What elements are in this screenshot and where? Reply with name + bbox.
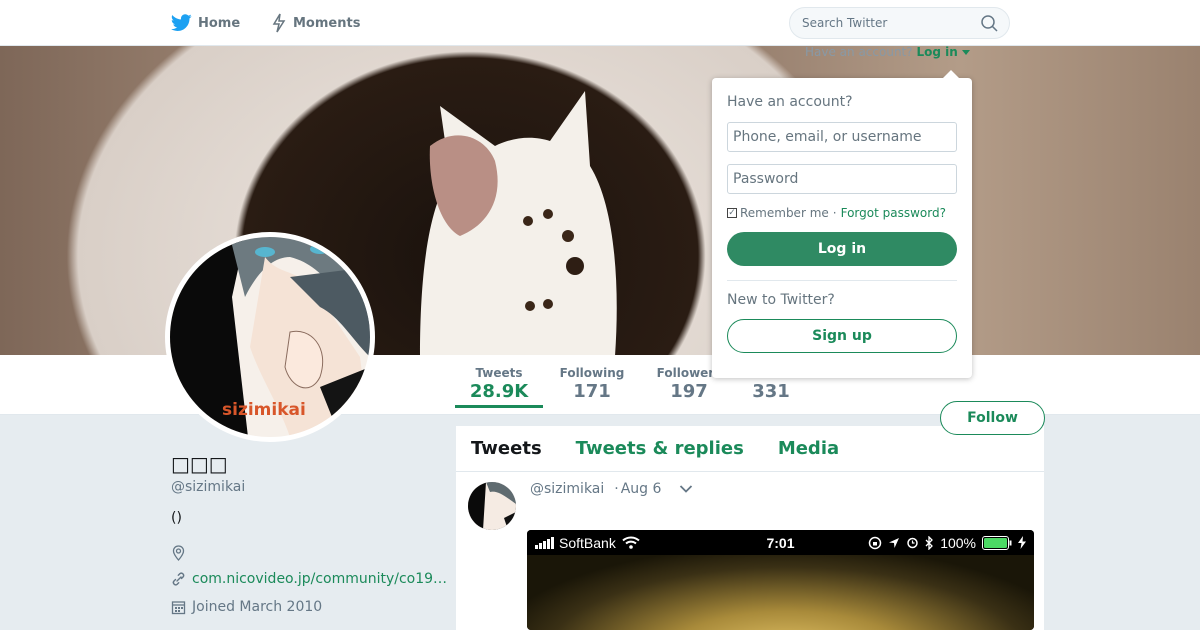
stat-followers-value: 197 xyxy=(670,381,708,402)
stat-following[interactable]: Following 171 xyxy=(555,365,629,403)
follow-button[interactable]: Follow xyxy=(940,401,1045,435)
status-carrier-text: SoftBank xyxy=(559,534,616,551)
link-icon xyxy=(172,572,185,586)
remember-checkbox[interactable]: ✓ xyxy=(727,208,737,218)
stat-tweets-value: 28.9K xyxy=(469,381,529,402)
caret-down-icon xyxy=(961,50,970,55)
remember-row: ✓ Remember me · Forgot password? xyxy=(727,206,957,220)
remember-label[interactable]: Remember me xyxy=(740,206,829,220)
wifi-icon xyxy=(622,536,640,549)
login-dropdown: Have an account? ✓ Remember me · Forgot … xyxy=(712,70,972,378)
top-navigation: Home Moments xyxy=(0,0,1200,46)
tweet-date[interactable]: Aug 6 xyxy=(621,481,662,497)
tweet-dot: · xyxy=(614,481,619,497)
status-time: 7:01 xyxy=(766,534,795,551)
nav-moments[interactable]: Moments xyxy=(271,12,360,34)
tab-media[interactable]: Media xyxy=(778,438,839,459)
location-arrow-icon xyxy=(889,537,900,548)
calendar-icon xyxy=(171,601,186,615)
tweet-avatar-image xyxy=(468,482,516,530)
profile-joined-text: Joined March 2010 xyxy=(192,599,323,615)
profile-location xyxy=(171,545,192,561)
game-screenshot-area xyxy=(527,555,1034,630)
login-prompt-text: Have an account? xyxy=(805,45,913,59)
profile-website: com.nicovideo.jp/community/co19… xyxy=(171,571,447,587)
status-right-icons: 100% xyxy=(868,535,1026,551)
chevron-down-icon[interactable] xyxy=(679,484,693,494)
password-input[interactable] xyxy=(727,164,957,194)
twitter-bird-icon xyxy=(171,14,192,31)
latte-cat-image xyxy=(420,91,617,355)
forgot-password-link[interactable]: Forgot password? xyxy=(841,206,946,220)
charging-bolt-icon xyxy=(1018,536,1026,549)
profile-handle: @sizimikai xyxy=(171,479,246,495)
avatar-text: sizimikai xyxy=(222,400,306,420)
location-pin-icon xyxy=(172,545,185,561)
phone-status-bar: SoftBank 7:01 100% xyxy=(527,530,1034,555)
profile-website-link[interactable]: com.nicovideo.jp/community/co19… xyxy=(192,571,447,587)
login-prompt: Have an account? Log in xyxy=(805,45,970,59)
tweet-media-image[interactable]: SoftBank 7:01 100% xyxy=(527,530,1034,630)
lightning-icon xyxy=(272,13,286,33)
login-button[interactable]: Log in xyxy=(727,232,957,266)
dropdown-divider xyxy=(727,280,957,281)
profile-avatar[interactable]: sizimikai xyxy=(165,232,375,442)
login-prompt-link[interactable]: Log in xyxy=(916,45,970,59)
signup-button[interactable]: Sign up xyxy=(727,319,957,353)
profile-bio: () xyxy=(171,510,182,526)
timeline: Tweets Tweets & replies Media @sizimikai… xyxy=(456,426,1044,630)
stat-following-value: 171 xyxy=(573,381,611,402)
stat-following-label: Following xyxy=(559,366,625,380)
nav-home[interactable]: Home xyxy=(171,12,240,34)
stat-tweets-label: Tweets xyxy=(475,366,523,380)
bluetooth-icon xyxy=(925,535,934,550)
stat-likes-value: 331 xyxy=(752,381,790,402)
profile-joined: Joined March 2010 xyxy=(171,599,322,615)
remember-separator: · xyxy=(832,206,837,220)
profile-name: □□□ xyxy=(171,452,228,476)
nav-moments-label: Moments xyxy=(293,15,361,31)
search-box xyxy=(789,7,1010,39)
login-dropdown-title: Have an account? xyxy=(727,94,853,110)
tweet-header: @sizimikai · Aug 6 xyxy=(530,481,693,497)
tab-tweets[interactable]: Tweets xyxy=(471,438,542,459)
rotation-lock-icon xyxy=(868,536,882,549)
search-icon[interactable] xyxy=(981,15,998,36)
alarm-icon xyxy=(907,537,918,549)
search-input[interactable] xyxy=(802,16,972,30)
nav-home-label: Home xyxy=(198,15,241,31)
status-carrier: SoftBank xyxy=(535,535,640,551)
new-to-twitter-title: New to Twitter? xyxy=(727,292,835,308)
tweet-handle[interactable]: @sizimikai xyxy=(530,481,604,497)
login-prompt-link-label: Log in xyxy=(916,45,958,59)
battery-icon xyxy=(982,535,1012,550)
signal-bars-icon xyxy=(535,536,554,549)
username-input[interactable] xyxy=(727,122,957,152)
status-battery-text: 100% xyxy=(940,534,976,551)
tweet-avatar[interactable] xyxy=(468,482,516,530)
stat-tweets[interactable]: Tweets 28.9K xyxy=(455,365,543,408)
anime-avatar-image: sizimikai xyxy=(170,237,370,437)
tab-tweets-and-replies[interactable]: Tweets & replies xyxy=(576,438,744,459)
